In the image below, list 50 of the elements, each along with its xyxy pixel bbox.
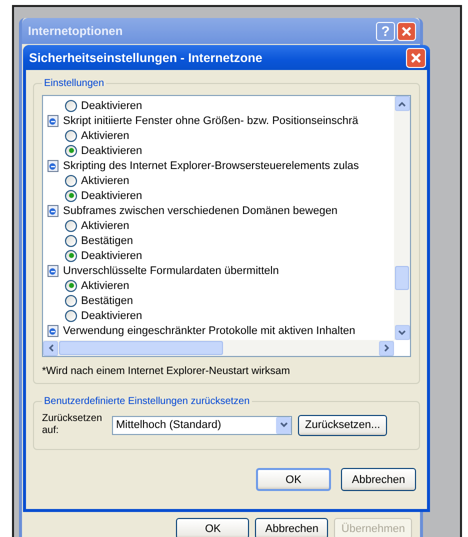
reset-button[interactable]: Zurücksetzen... — [298, 414, 388, 436]
close-icon[interactable] — [406, 48, 426, 68]
dialog-title: Sicherheitseinstellungen - Internetzone — [29, 50, 264, 64]
radio-label: Bestätigen — [81, 294, 133, 306]
radio-button[interactable] — [65, 220, 77, 232]
radio-button[interactable] — [65, 190, 77, 202]
radio-button[interactable] — [65, 294, 77, 306]
page-icon — [47, 264, 59, 276]
radio-label: Aktivieren — [81, 280, 130, 292]
radio-label: Deaktivieren — [81, 144, 142, 156]
dialog-button[interactable]: Abbrechen — [255, 518, 328, 537]
radio-button[interactable] — [65, 234, 77, 246]
dialog-button[interactable]: Abbrechen — [341, 468, 416, 491]
scroll-thumb[interactable] — [395, 266, 409, 290]
reset-label: Zurücksetzen auf: — [42, 413, 104, 437]
radio-label: Aktivieren — [81, 220, 130, 232]
radio-label: Deaktivieren — [81, 250, 142, 262]
group-title: Einstellungen — [43, 78, 106, 89]
vertical-scrollbar[interactable] — [394, 96, 410, 340]
radio-button[interactable] — [65, 280, 77, 292]
setting-label: Subframes zwischen verschiedenen Domänen bewegen — [63, 204, 338, 216]
scroll-thumb[interactable] — [59, 341, 223, 355]
page-icon — [47, 160, 59, 172]
setting-label: Verwendung eingeschränkter Protokolle mit aktiven Inhalten — [63, 324, 356, 336]
radio-label: Deaktivieren — [81, 100, 142, 112]
note-text: *Wird nach einem Internet Explorer-Neustart wirksam — [42, 365, 292, 377]
radio-button[interactable] — [65, 144, 77, 156]
setting-label: Skripting des Internet Explorer-Browsersteuerelements zulas — [63, 160, 359, 172]
radio-label: Bestätigen — [81, 234, 133, 246]
radio-label: Aktivieren — [81, 174, 130, 186]
radio-label: Deaktivieren — [81, 310, 142, 322]
radio-button[interactable] — [65, 174, 77, 186]
window-title: Internetoptionen — [28, 24, 124, 38]
radio-button[interactable] — [65, 310, 77, 322]
page-icon — [47, 204, 59, 216]
level-dropdown[interactable]: Mittelhoch (Standard) — [112, 416, 292, 434]
radio-label: Aktivieren — [81, 130, 130, 142]
radio-button[interactable] — [65, 130, 77, 142]
dialog-button[interactable]: OK — [176, 518, 250, 537]
page-icon — [47, 324, 59, 336]
horizontal-scrollbar[interactable] — [43, 340, 394, 356]
radio-label: Deaktivieren — [81, 190, 142, 202]
radio-button[interactable] — [65, 250, 77, 262]
page-icon — [47, 114, 59, 126]
dialog-button[interactable]: OK — [256, 468, 331, 491]
setting-label: Unverschlüsselte Formulardaten übermitteln — [63, 264, 279, 276]
close-icon[interactable] — [397, 22, 416, 40]
setting-label: Skript initiierte Fenster ohne Größen- bzw. Positionseinschrä — [63, 114, 358, 126]
group-title: Benutzerdefinierte Einstellungen zurücksetzen — [43, 396, 251, 407]
radio-button[interactable] — [65, 100, 77, 112]
